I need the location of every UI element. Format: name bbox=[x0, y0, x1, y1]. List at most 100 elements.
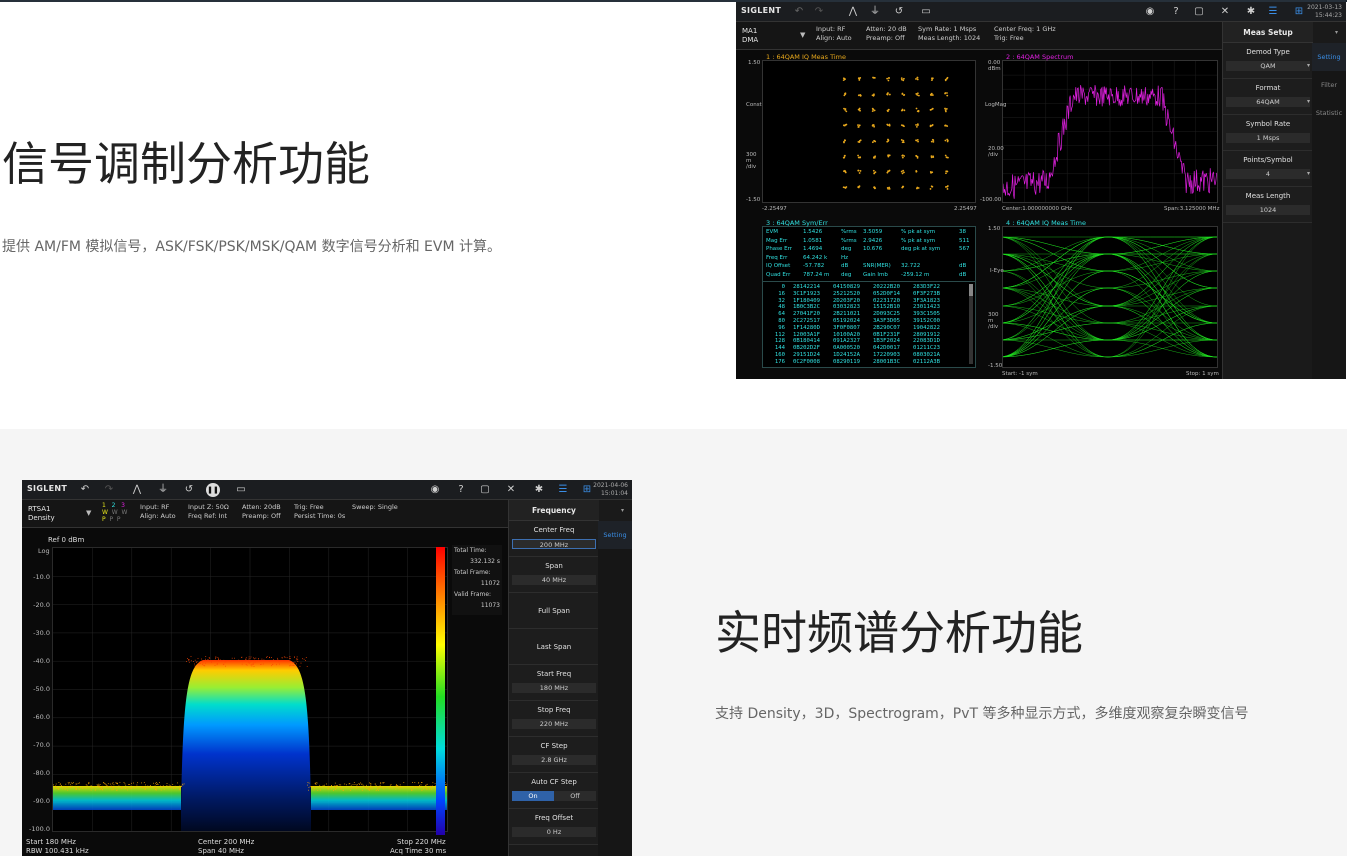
tab-setting[interactable]: Setting bbox=[1312, 43, 1346, 71]
menu-list-icon[interactable]: ☰ bbox=[1266, 5, 1280, 19]
mode-selector[interactable]: MA1 DMA bbox=[742, 27, 758, 45]
metric-cell: Quad Err bbox=[766, 271, 791, 278]
panel-item-demod-type[interactable]: Demod Type QAM ▾ bbox=[1223, 43, 1313, 79]
panel-item-label: CF Step bbox=[540, 742, 568, 750]
symbol-cell: 02112A3B bbox=[913, 358, 940, 365]
panel-item-value[interactable]: 1024 bbox=[1226, 205, 1310, 215]
reset-icon[interactable]: ↺ bbox=[892, 5, 906, 19]
chevron-down-icon[interactable]: ▾ bbox=[1307, 98, 1310, 105]
y-scale-label: LogMag bbox=[985, 102, 1007, 108]
panel-item-cf-step[interactable]: CF Step 2.8 GHz bbox=[509, 737, 599, 773]
pane-spectrum[interactable]: 2 : 64QAM Spectrum bbox=[1002, 53, 1218, 203]
panel-item-center-freq[interactable]: Center Freq 200 MHz bbox=[509, 521, 599, 557]
y-bottom-label: -1.50 bbox=[988, 363, 1003, 369]
undo-icon[interactable]: ↶ bbox=[78, 483, 92, 497]
network-icon[interactable]: ⊞ bbox=[1292, 5, 1306, 19]
panel-item-value[interactable]: 2.8 GHz bbox=[512, 755, 596, 765]
panel-item-stop-freq[interactable]: Stop Freq 220 MHz bbox=[509, 701, 599, 737]
panel-item-label: Format bbox=[1255, 84, 1281, 92]
panel-item-label: Start Freq bbox=[536, 670, 572, 678]
tab-setting[interactable]: Setting bbox=[598, 521, 632, 549]
help-icon[interactable]: ? bbox=[1169, 5, 1183, 19]
auto-tune-icon[interactable]: ⋀ bbox=[846, 5, 860, 19]
tools-icon[interactable]: ✕ bbox=[504, 483, 518, 497]
help-icon[interactable]: ? bbox=[454, 483, 468, 497]
tab-statistic[interactable]: Statistic bbox=[1312, 99, 1346, 127]
panel-item-last-span[interactable]: Last Span bbox=[509, 629, 599, 665]
mode-selector[interactable]: RTSA1 Density bbox=[28, 505, 55, 523]
panel-item-meas-length[interactable]: Meas Length 1024 bbox=[1223, 187, 1313, 223]
settings-icon[interactable]: ✱ bbox=[532, 483, 546, 497]
panel-item-value[interactable]: 200 MHz bbox=[512, 539, 596, 549]
panel-item-format[interactable]: Format 64QAM ▾ bbox=[1223, 79, 1313, 115]
file-icon[interactable]: ▢ bbox=[1192, 5, 1206, 19]
symbol-cell: 28001B3C bbox=[873, 358, 900, 365]
metric-cell: Mag Err bbox=[766, 237, 788, 244]
chevron-down-icon[interactable]: ▾ bbox=[1307, 170, 1310, 177]
toggle-on[interactable]: On bbox=[512, 791, 554, 801]
symbol-index: 144 bbox=[774, 345, 785, 352]
mode-name: MA1 bbox=[742, 27, 758, 35]
pane-constellation[interactable]: 1 : 64QAM IQ Meas Time bbox=[762, 53, 976, 203]
toolbar: SIGLENT ↶ ↷ ⋀ ⏚ ↺ ▭ ◉ ? ▢ ✕ ✱ ☰ ⊞ 2021-0… bbox=[736, 2, 1346, 22]
density-plot bbox=[53, 548, 447, 831]
chevron-down-icon[interactable]: ▾ bbox=[621, 500, 624, 521]
pause-icon[interactable]: ❚❚ bbox=[206, 483, 220, 497]
panel-item-value[interactable]: 1 Msps bbox=[1226, 133, 1310, 143]
symbol-cell: 2D093C25 bbox=[873, 311, 900, 318]
preset-icon[interactable]: ⏚ bbox=[156, 483, 170, 497]
panel-item-points-symbol[interactable]: Points/Symbol 4 ▾ bbox=[1223, 151, 1313, 187]
panel-item-full-span[interactable]: Full Span bbox=[509, 593, 599, 629]
message-icon[interactable]: ▭ bbox=[919, 5, 933, 19]
panel-item-value[interactable]: 0 Hz bbox=[512, 827, 596, 837]
y-tick-label: -80.0 bbox=[33, 769, 50, 777]
panel-item-start-freq[interactable]: Start Freq 180 MHz bbox=[509, 665, 599, 701]
reset-icon[interactable]: ↺ bbox=[182, 483, 196, 497]
density-plot-area[interactable] bbox=[52, 547, 448, 832]
panel-item-value[interactable]: 40 MHz bbox=[512, 575, 596, 585]
tab-filter[interactable]: Filter bbox=[1312, 71, 1346, 99]
panel-item-value[interactable]: 64QAM bbox=[1226, 97, 1310, 107]
panel-item-value[interactable]: 220 MHz bbox=[512, 719, 596, 729]
redo-icon[interactable]: ↷ bbox=[102, 483, 116, 497]
scrollbar[interactable] bbox=[969, 284, 973, 364]
panel-item-span[interactable]: Span 40 MHz bbox=[509, 557, 599, 593]
panel-item-value[interactable]: 180 MHz bbox=[512, 683, 596, 693]
camera-icon[interactable]: ◉ bbox=[1143, 5, 1157, 19]
metric-cell: %rms bbox=[841, 229, 857, 235]
auto-tune-icon[interactable]: ⋀ bbox=[130, 483, 144, 497]
redo-icon[interactable]: ↷ bbox=[812, 5, 826, 19]
undo-icon[interactable]: ↶ bbox=[792, 5, 806, 19]
date-text: 2021-04-06 bbox=[593, 482, 628, 489]
y-tick-label: -50.0 bbox=[33, 685, 50, 693]
network-icon[interactable]: ⊞ bbox=[580, 483, 594, 497]
preset-icon[interactable]: ⏚ bbox=[868, 5, 882, 19]
panel-item-symbol-rate[interactable]: Symbol Rate 1 Msps bbox=[1223, 115, 1313, 151]
chevron-down-icon[interactable]: ▼ bbox=[86, 509, 91, 517]
datetime: 2021-03-13 15:44:23 bbox=[1307, 4, 1342, 20]
toggle-off[interactable]: Off bbox=[554, 791, 596, 801]
trace-indicators[interactable]: 1 2 3 W W W P P P bbox=[102, 502, 127, 523]
section-realtime-spectrum: 实时频谱分析功能 支持 Density，3D，Spectrogram，PvT 等… bbox=[0, 429, 1347, 856]
panel-item-value[interactable]: QAM bbox=[1226, 61, 1310, 71]
file-icon[interactable]: ▢ bbox=[478, 483, 492, 497]
panel-item-label: Demod Type bbox=[1246, 48, 1290, 56]
pane-symbol-error[interactable]: 3 : 64QAM Sym/Err EVM 1.5426 %rms 3.5059 % p… bbox=[762, 219, 976, 368]
camera-icon[interactable]: ◉ bbox=[428, 483, 442, 497]
message-icon[interactable]: ▭ bbox=[234, 483, 248, 497]
symbol-cell: 08290119 bbox=[833, 358, 860, 365]
symbol-cell: 02231720 bbox=[873, 297, 900, 304]
panel-item-value[interactable]: 4 bbox=[1226, 169, 1310, 179]
toggle[interactable]: On Off bbox=[512, 791, 596, 801]
tools-icon[interactable]: ✕ bbox=[1218, 5, 1232, 19]
chevron-down-icon[interactable]: ▾ bbox=[1307, 62, 1310, 69]
settings-icon[interactable]: ✱ bbox=[1244, 5, 1258, 19]
panel-item-label: Full Span bbox=[538, 607, 570, 615]
chevron-down-icon[interactable]: ▾ bbox=[1335, 22, 1338, 43]
panel-item-auto-cf-step[interactable]: Auto CF Step On Off bbox=[509, 773, 599, 809]
chevron-down-icon[interactable]: ▼ bbox=[800, 31, 805, 39]
stats-box: Total Time: 332.132 s Total Frame: 11072… bbox=[452, 545, 502, 615]
menu-list-icon[interactable]: ☰ bbox=[556, 483, 570, 497]
panel-item-freq-offset[interactable]: Freq Offset 0 Hz bbox=[509, 809, 599, 845]
pane-eye-diagram[interactable]: 4 : 64QAM IQ Meas Time bbox=[1002, 219, 1218, 368]
